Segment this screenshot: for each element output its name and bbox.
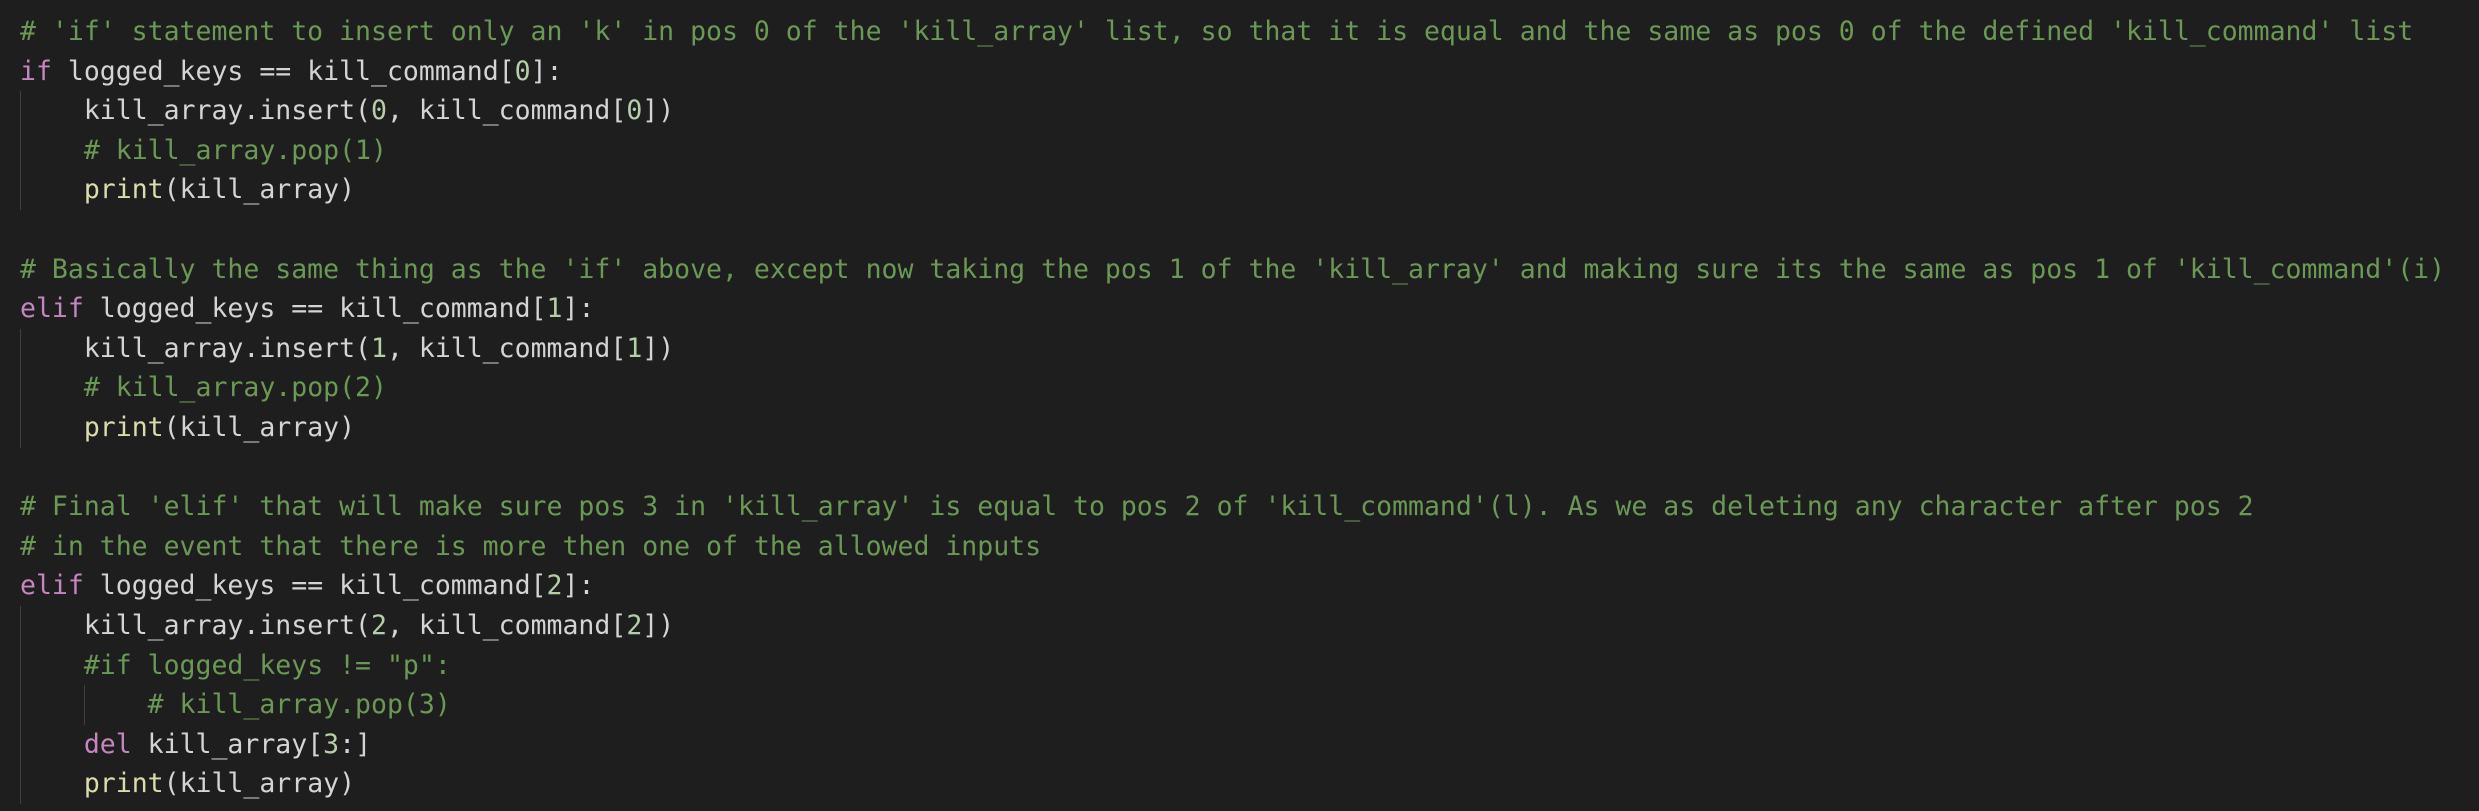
code-token-number: 1 — [546, 293, 563, 325]
code-token-number: 0 — [514, 55, 531, 87]
indent-guide — [20, 130, 21, 171]
code-token-comment: # kill_array.pop(3) — [147, 689, 451, 721]
code-token-func: print — [83, 768, 164, 800]
code-token-number: 0 — [626, 95, 643, 127]
code-line[interactable]: elif logged_keys == kill_command[1]: — [0, 289, 2479, 329]
code-token-plain: ]: — [562, 570, 595, 602]
code-line[interactable]: # in the event that there is more then o… — [0, 527, 2479, 567]
code-token-plain: ]) — [642, 95, 675, 127]
code-line[interactable]: # kill_array.pop(3) — [0, 685, 2479, 725]
code-token-comment: # kill_array.pop(1) — [83, 134, 387, 166]
code-token-plain: logged_keys == kill_command[ — [83, 570, 547, 602]
code-token-plain: ]) — [642, 332, 675, 364]
code-line[interactable]: del kill_array[3:] — [0, 724, 2479, 765]
code-editor[interactable]: # 'if' statement to insert only an 'k' i… — [0, 12, 2479, 811]
code-token-comment: # in the event that there is more then o… — [20, 530, 1042, 562]
code-token-plain: , kill_command[ — [386, 95, 627, 127]
code-line[interactable]: print(kill_array) — [0, 407, 2479, 448]
indent-guide — [20, 328, 21, 369]
code-line[interactable]: kill_array.insert(0, kill_command[0]) — [0, 91, 2479, 131]
code-line[interactable]: print(kill_array) — [0, 764, 2479, 804]
code-token-plain: kill_array.insert( — [83, 332, 372, 364]
code-token-keyword: elif — [20, 293, 84, 325]
indent-guide — [20, 368, 21, 408]
code-token-number: 2 — [546, 570, 563, 602]
code-line[interactable] — [0, 448, 2479, 488]
code-token-plain: logged_keys == kill_command[ — [83, 293, 547, 325]
code-token-plain: logged_keys == kill_command[ — [51, 55, 515, 87]
indent-guide — [20, 764, 21, 804]
code-token-comment: # Final 'elif' that will make sure pos 3… — [20, 491, 2254, 523]
code-token-plain: (kill_array) — [163, 411, 356, 443]
code-token-func: print — [83, 411, 164, 443]
code-line[interactable]: # Final 'elif' that will make sure pos 3… — [0, 487, 2479, 527]
code-token-number: 3 — [323, 728, 340, 760]
code-token-plain: , kill_command[ — [386, 609, 627, 641]
code-token-number: 2 — [626, 609, 643, 641]
code-token-comment: #if logged_keys != "p": — [83, 649, 451, 681]
code-token-plain: kill_array.insert( — [83, 609, 372, 641]
code-token-plain: (kill_array) — [163, 768, 356, 800]
code-token-plain: , kill_command[ — [386, 332, 627, 364]
indent-guide — [20, 724, 21, 765]
code-line[interactable]: # kill_array.pop(1) — [0, 130, 2479, 171]
code-token-func: print — [83, 174, 164, 206]
code-token-number: 2 — [371, 609, 387, 641]
code-line[interactable]: #if logged_keys != "p": — [0, 645, 2479, 686]
code-token-comment: # 'if' statement to insert only an 'k' i… — [20, 16, 2414, 47]
indent-guide — [20, 605, 21, 646]
code-token-plain: ]: — [530, 55, 563, 87]
code-token-keyword: if — [20, 55, 52, 87]
code-token-plain: :] — [339, 728, 372, 760]
code-token-number: 0 — [371, 95, 387, 127]
code-line[interactable]: kill_array.insert(1, kill_command[1]) — [0, 328, 2479, 369]
indent-guide — [20, 407, 21, 448]
indent-guide — [20, 645, 21, 686]
code-line[interactable]: kill_array.insert(2, kill_command[2]) — [0, 605, 2479, 646]
code-token-plain: (kill_array) — [163, 174, 356, 206]
indent-guide — [20, 170, 21, 210]
code-line[interactable] — [0, 210, 2479, 250]
indent-guide — [20, 91, 21, 131]
code-token-keyword: del — [83, 728, 132, 760]
code-line[interactable]: # 'if' statement to insert only an 'k' i… — [0, 12, 2479, 52]
code-line[interactable]: if logged_keys == kill_command[0]: — [0, 52, 2479, 92]
code-token-number: 1 — [371, 332, 387, 364]
indent-guide — [20, 685, 21, 725]
code-line[interactable]: # kill_array.pop(2) — [0, 368, 2479, 408]
code-token-plain: kill_array[ — [131, 728, 324, 760]
code-token-number: 1 — [626, 332, 643, 364]
code-token-keyword: elif — [20, 570, 84, 602]
code-token-plain: kill_array.insert( — [83, 95, 372, 127]
code-line[interactable]: print(kill_array) — [0, 170, 2479, 210]
indent-guide — [83, 685, 85, 725]
code-token-comment: # Basically the same thing as the 'if' a… — [20, 253, 2446, 285]
code-token-plain: ]) — [642, 609, 675, 641]
code-token-comment: # kill_array.pop(2) — [83, 372, 387, 404]
code-token-plain: ]: — [562, 293, 595, 325]
code-line[interactable]: elif logged_keys == kill_command[2]: — [0, 566, 2479, 606]
code-line[interactable]: # Basically the same thing as the 'if' a… — [0, 250, 2479, 290]
